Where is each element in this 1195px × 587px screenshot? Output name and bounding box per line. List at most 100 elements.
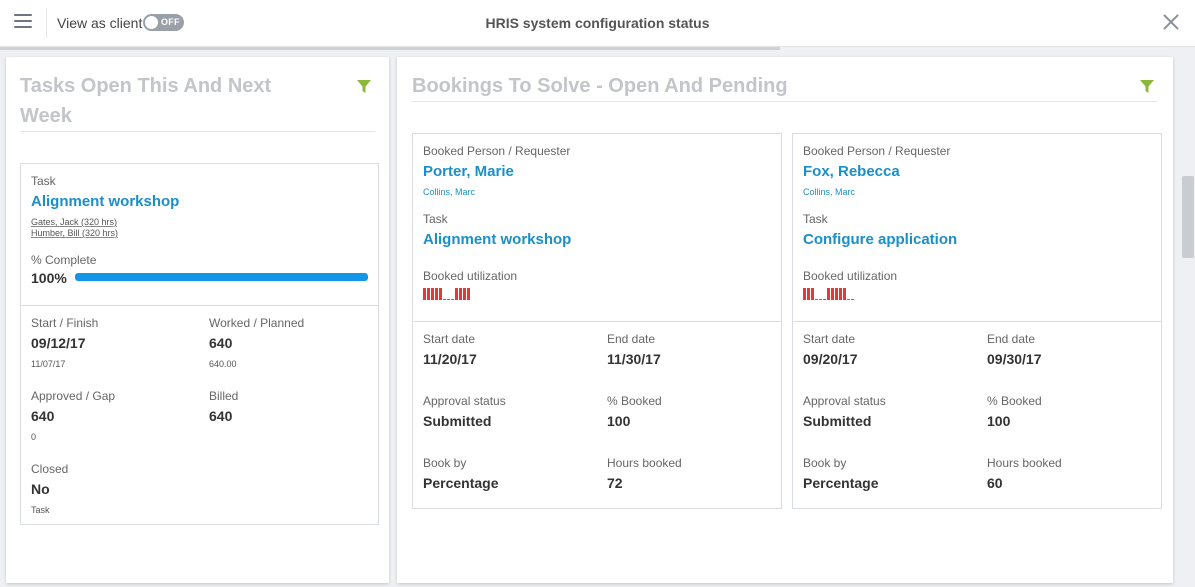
gap-value: 0 xyxy=(31,432,37,442)
hours-booked-value: 60 xyxy=(987,475,1003,491)
horizontal-scroll-indicator[interactable] xyxy=(0,47,780,50)
tasks-panel-title-line2: Week xyxy=(20,105,72,127)
utilization-segment-booked xyxy=(435,288,438,300)
filter-icon[interactable] xyxy=(357,80,371,94)
top-bar: View as client OFF HRIS system configura… xyxy=(0,0,1195,47)
utilization-segment-booked xyxy=(807,288,810,300)
approval-status-value: Submitted xyxy=(423,413,492,429)
end-date-label: End date xyxy=(607,332,656,346)
utilization-segment-booked xyxy=(803,288,806,300)
bookings-panel-title: Bookings To Solve - Open And Pending xyxy=(412,75,788,97)
task-card: Task Alignment workshop Gates, Jack (320… xyxy=(20,163,379,525)
utilization-segment-booked xyxy=(811,288,814,300)
booked-percent-label: % Booked xyxy=(987,394,1042,408)
assignee-1[interactable]: Gates, Jack (320 hrs) xyxy=(31,217,117,227)
task-label: Task xyxy=(803,212,828,226)
complete-progress-fill xyxy=(75,273,368,281)
tasks-panel: Tasks Open This And Next Week Task Align… xyxy=(6,57,389,583)
book-by-value: Percentage xyxy=(423,475,499,491)
task-label: Task xyxy=(423,212,448,226)
approved-gap-label: Approved / Gap xyxy=(31,389,116,403)
closed-label: Closed xyxy=(31,462,69,476)
bookings-panel-divider xyxy=(412,101,1157,102)
utilization-segment-booked xyxy=(463,288,466,300)
bookings-panel: Bookings To Solve - Open And Pending Boo… xyxy=(397,57,1173,583)
tasks-panel-divider xyxy=(20,131,375,132)
utilization-segment-empty xyxy=(823,299,826,300)
complete-label: % Complete xyxy=(31,253,97,267)
hours-booked-value: 72 xyxy=(607,475,623,491)
end-date-label: End date xyxy=(987,332,1036,346)
close-icon[interactable] xyxy=(1160,11,1182,33)
book-by-label: Book by xyxy=(423,456,467,470)
book-by-label: Book by xyxy=(803,456,847,470)
complete-progress-bar xyxy=(75,273,368,281)
utilization-segment-booked xyxy=(439,288,442,300)
task-label: Task xyxy=(31,174,56,188)
booking-card-divider xyxy=(413,321,781,322)
start-date-label: Start date xyxy=(803,332,856,346)
billed-value: 640 xyxy=(209,408,233,424)
hours-booked-label: Hours booked xyxy=(987,456,1062,470)
start-finish-label: Start / Finish xyxy=(31,316,99,330)
worked-planned-label: Worked / Planned xyxy=(209,316,305,330)
utilization-segment-empty xyxy=(443,299,446,300)
filter-icon[interactable] xyxy=(1140,80,1154,94)
utilization-segment-empty xyxy=(851,299,854,300)
booked-percent-value: 100 xyxy=(987,413,1011,429)
start-date-label: Start date xyxy=(423,332,476,346)
booking-card-divider xyxy=(793,321,1161,322)
vertical-scrollbar-track[interactable] xyxy=(1181,48,1195,587)
planned-value: 640.00 xyxy=(209,359,237,369)
booking-card: Booked Person / Requester Fox, Rebecca C… xyxy=(792,133,1162,509)
utilization-segment-empty xyxy=(815,299,818,300)
booked-person-link[interactable]: Porter, Marie xyxy=(423,163,514,180)
utilization-segment-booked xyxy=(427,288,430,300)
tasks-panel-title-line1: Tasks Open This And Next xyxy=(20,75,272,97)
vertical-scrollbar-thumb[interactable] xyxy=(1182,176,1194,258)
start-date-value: 09/20/17 xyxy=(803,351,858,367)
closed-value: No xyxy=(31,481,50,497)
utilization-segment-booked xyxy=(835,288,838,300)
requester-link[interactable]: Collins, Marc xyxy=(803,187,855,197)
billed-label: Billed xyxy=(209,389,239,403)
start-date-value: 11/20/17 xyxy=(423,351,477,367)
approval-status-label: Approval status xyxy=(803,394,886,408)
utilization-segment-booked xyxy=(831,288,834,300)
task-card-divider xyxy=(21,305,378,306)
end-date-value: 09/30/17 xyxy=(987,351,1042,367)
task-name-link[interactable]: Alignment workshop xyxy=(31,193,179,210)
complete-value: 100% xyxy=(31,270,67,286)
booked-utilization-label: Booked utilization xyxy=(423,269,518,283)
booked-person-label: Booked Person / Requester xyxy=(803,144,951,158)
task-name-link[interactable]: Configure application xyxy=(803,231,957,248)
utilization-segment-empty xyxy=(451,299,454,300)
utilization-segment-booked xyxy=(423,288,426,300)
page-title: HRIS system configuration status xyxy=(485,15,710,31)
booked-utilization-bars xyxy=(803,288,855,300)
approved-value: 640 xyxy=(31,408,55,424)
end-date-value: 11/30/17 xyxy=(607,351,661,367)
booking-card: Booked Person / Requester Porter, Marie … xyxy=(412,133,782,509)
utilization-segment-empty xyxy=(847,299,850,300)
assignee-2[interactable]: Humber, Bill (320 hrs) xyxy=(31,228,118,238)
utilization-segment-booked xyxy=(431,288,434,300)
approval-status-value: Submitted xyxy=(803,413,872,429)
booked-percent-value: 100 xyxy=(607,413,631,429)
utilization-segment-booked xyxy=(455,288,458,300)
closed-sub: Task xyxy=(31,505,50,515)
utilization-segment-booked xyxy=(843,288,846,300)
worked-value: 640 xyxy=(209,335,233,351)
booked-percent-label: % Booked xyxy=(607,394,662,408)
book-by-value: Percentage xyxy=(803,475,879,491)
booked-utilization-label: Booked utilization xyxy=(803,269,898,283)
start-value: 09/12/17 xyxy=(31,335,86,351)
booked-utilization-bars xyxy=(423,288,471,300)
task-name-link[interactable]: Alignment workshop xyxy=(423,231,571,248)
booked-person-link[interactable]: Fox, Rebecca xyxy=(803,163,900,180)
requester-link[interactable]: Collins, Marc xyxy=(423,187,475,197)
utilization-segment-empty xyxy=(819,299,822,300)
approval-status-label: Approval status xyxy=(423,394,506,408)
utilization-segment-booked xyxy=(467,288,470,300)
booked-person-label: Booked Person / Requester xyxy=(423,144,571,158)
